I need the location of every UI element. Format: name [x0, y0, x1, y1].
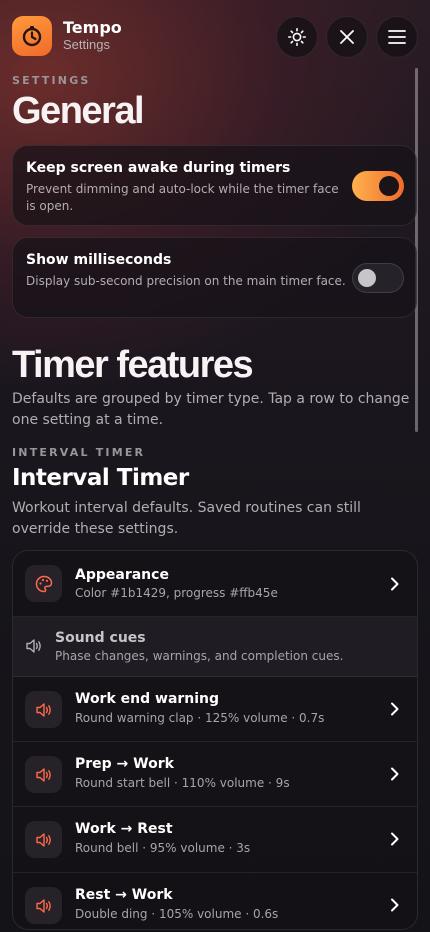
app-logo-icon [12, 16, 52, 56]
app-subtitle: Settings [63, 37, 110, 52]
setting-description: Display sub-second precision on the main… [26, 274, 346, 288]
sun-icon [287, 27, 307, 47]
setting-title: Keep screen awake during timers [26, 160, 291, 176]
speaker-icon [26, 639, 41, 653]
row-title: Appearance [75, 567, 169, 583]
show-milliseconds-toggle[interactable] [352, 263, 404, 293]
speaker-icon [25, 887, 62, 924]
speaker-icon [25, 691, 62, 728]
toggle-knob [379, 176, 399, 196]
close-icon [340, 30, 354, 44]
sound-cues-section-header: Sound cues Phase changes, warnings, and … [13, 617, 417, 677]
interval-timer-eyebrow: INTERVAL TIMER [12, 446, 146, 459]
close-button[interactable] [326, 16, 368, 58]
keep-awake-toggle[interactable] [352, 171, 404, 201]
show-milliseconds-setting[interactable]: Show milliseconds Display sub-second pre… [12, 237, 417, 318]
rest-to-work-row[interactable]: Rest → Work Double ding · 105% volume · … [13, 873, 417, 929]
section-subtitle: Phase changes, warnings, and completion … [55, 649, 344, 663]
setting-description: Prevent dimming and auto-lock while the … [26, 182, 339, 213]
prep-to-work-row[interactable]: Prep → Work Round start bell · 110% volu… [13, 742, 417, 807]
row-subtitle: Round bell · 95% volume · 3s [75, 841, 251, 855]
row-subtitle: Color #1b1429, progress #ffb45e [75, 586, 278, 600]
section-title: Sound cues [55, 630, 146, 646]
chevron-right-icon [391, 767, 399, 781]
palette-icon [25, 565, 62, 602]
setting-title: Show milliseconds [26, 252, 172, 268]
chevron-right-icon [391, 832, 399, 846]
chevron-right-icon [391, 898, 399, 912]
keep-awake-setting[interactable]: Keep screen awake during timers Prevent … [12, 145, 417, 226]
work-end-warning-row[interactable]: Work end warning Round warning clap · 12… [13, 677, 417, 742]
interval-timer-heading: Interval Timer [12, 465, 189, 491]
app-header: Tempo Settings [12, 16, 418, 60]
general-heading: General [12, 90, 145, 132]
speaker-icon [25, 821, 62, 858]
chevron-right-icon [391, 577, 399, 591]
row-title: Rest → Work [75, 887, 173, 903]
app-name: Tempo [63, 18, 122, 37]
menu-icon [388, 30, 406, 44]
timer-features-description: Defaults are grouped by timer type. Tap … [12, 391, 410, 428]
work-to-rest-row[interactable]: Work → Rest Round bell · 95% volume · 3s [13, 807, 417, 873]
settings-eyebrow: SETTINGS [12, 74, 91, 87]
row-subtitle: Round start bell · 110% volume · 9s [75, 776, 290, 790]
interval-settings-list: Appearance Color #1b1429, progress #ffb4… [12, 550, 418, 930]
row-subtitle: Round warning clap · 125% volume · 0.7s [75, 711, 325, 725]
interval-timer-description: Workout interval defaults. Saved routine… [12, 500, 361, 537]
row-subtitle: Double ding · 105% volume · 0.6s [75, 907, 279, 921]
speaker-icon [25, 756, 62, 793]
row-title: Work → Rest [75, 821, 173, 837]
row-title: Work end warning [75, 691, 220, 707]
appearance-row[interactable]: Appearance Color #1b1429, progress #ffb4… [13, 551, 417, 617]
timer-features-heading: Timer features [12, 344, 254, 386]
chevron-right-icon [391, 702, 399, 716]
toggle-knob [358, 269, 376, 287]
row-title: Prep → Work [75, 756, 174, 772]
menu-button[interactable] [376, 16, 418, 58]
theme-toggle-button[interactable] [276, 16, 318, 58]
